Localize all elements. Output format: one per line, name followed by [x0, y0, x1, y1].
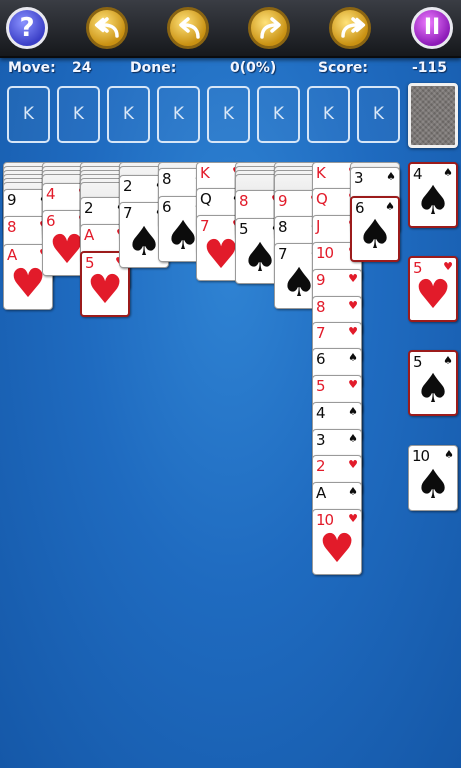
- card-rank: K: [200, 164, 210, 182]
- heart-icon: ♥: [443, 260, 453, 273]
- foundation-slot[interactable]: K: [7, 86, 50, 143]
- card-rank: 10: [316, 244, 334, 262]
- card-rank: 8: [162, 170, 171, 188]
- hint-card-5-hearts[interactable]: 5 ♥ ♥: [408, 256, 458, 322]
- spade-icon: ♠: [443, 354, 453, 367]
- spade-icon: ♠: [348, 432, 358, 445]
- undo-all-icon: [94, 17, 119, 38]
- card-rank: 9: [278, 192, 287, 210]
- hint-card-5-spades[interactable]: 5 ♠ ♠: [408, 350, 458, 416]
- card-rank: 4: [316, 404, 325, 422]
- spade-icon: ♠: [415, 462, 451, 508]
- help-button[interactable]: ?: [6, 7, 48, 49]
- done-label: Done:: [130, 60, 177, 76]
- score-value: -115: [412, 60, 448, 76]
- spade-icon: ♠: [386, 170, 396, 183]
- question-icon: ?: [19, 13, 35, 43]
- heart-icon: ♥: [348, 272, 358, 285]
- card-rank: 8: [239, 192, 248, 210]
- redo-icon: [260, 17, 281, 39]
- foundation-slot[interactable]: K: [357, 86, 400, 143]
- card-rank: 3: [316, 431, 325, 449]
- card-rank: 3: [354, 169, 363, 187]
- move-count: 24: [72, 60, 92, 76]
- redo-button[interactable]: [248, 7, 290, 49]
- spade-icon: ♠: [348, 351, 358, 364]
- heart-icon: ♥: [348, 299, 358, 312]
- card-rank: K: [316, 164, 326, 182]
- card-rank: 2: [123, 177, 132, 195]
- undo-all-button[interactable]: [86, 7, 128, 49]
- foundation-slot[interactable]: K: [107, 86, 150, 143]
- done-count: 0(0%): [230, 60, 277, 76]
- spade-icon: ♠: [415, 178, 451, 224]
- stock-pile[interactable]: [408, 83, 458, 148]
- card-6-spades[interactable]: 6 ♠ ♠: [350, 196, 400, 262]
- card-rank: A: [84, 226, 94, 244]
- hint-card-10-spades[interactable]: 10 ♠ ♠: [408, 445, 458, 511]
- foundation-slot[interactable]: K: [257, 86, 300, 143]
- spade-icon: ♠: [357, 212, 393, 258]
- redo-all-button[interactable]: [329, 7, 371, 49]
- card-rank: 4: [46, 185, 55, 203]
- card-10-hearts[interactable]: 10 ♥ ♥: [312, 509, 362, 575]
- card-rank: J: [316, 217, 321, 235]
- card-rank: 9: [316, 271, 325, 289]
- heart-icon: ♥: [348, 458, 358, 471]
- hint-card-4-spades[interactable]: 4 ♠ ♠: [408, 162, 458, 228]
- foundation-slot[interactable]: K: [307, 86, 350, 143]
- spade-icon: ♠: [444, 448, 454, 461]
- foundation-slot[interactable]: K: [207, 86, 250, 143]
- card-rank: 8: [278, 218, 287, 236]
- foundation-slot[interactable]: K: [157, 86, 200, 143]
- spade-icon: ♠: [348, 405, 358, 418]
- card-rank: 6: [316, 350, 325, 368]
- card-rank: 7: [316, 324, 325, 342]
- redo-all-icon: [341, 17, 366, 38]
- score-label: Score:: [318, 60, 368, 76]
- spade-icon: ♠: [415, 366, 451, 412]
- spade-icon: ♠: [443, 166, 453, 179]
- card-rank: 8: [7, 218, 16, 236]
- undo-button[interactable]: [167, 7, 209, 49]
- foundation-slot[interactable]: K: [57, 86, 100, 143]
- move-label: Move:: [8, 60, 56, 76]
- heart-icon: ♥: [348, 325, 358, 338]
- card-rank: Q: [200, 190, 212, 208]
- heart-icon: ♥: [415, 272, 451, 318]
- heart-icon: ♥: [348, 512, 358, 525]
- card-rank: 8: [316, 298, 325, 316]
- status-bar: Move: 24 Done: 0(0%) Score: -115: [0, 59, 461, 79]
- heart-icon: ♥: [87, 267, 123, 313]
- undo-icon: [179, 17, 200, 39]
- card-rank: 5: [316, 377, 325, 395]
- spade-icon: ♠: [348, 485, 358, 498]
- heart-icon: ♥: [348, 378, 358, 391]
- pause-button[interactable]: II: [411, 7, 453, 49]
- card-rank: 2: [316, 457, 325, 475]
- card-rank: Q: [316, 190, 328, 208]
- card-rank: 9: [7, 191, 16, 209]
- card-rank: A: [316, 484, 326, 502]
- spade-icon: ♠: [385, 200, 395, 213]
- pause-icon: II: [423, 15, 441, 40]
- toolbar: ? II: [0, 0, 461, 58]
- card-rank: 2: [84, 199, 93, 217]
- heart-icon: ♥: [319, 526, 355, 572]
